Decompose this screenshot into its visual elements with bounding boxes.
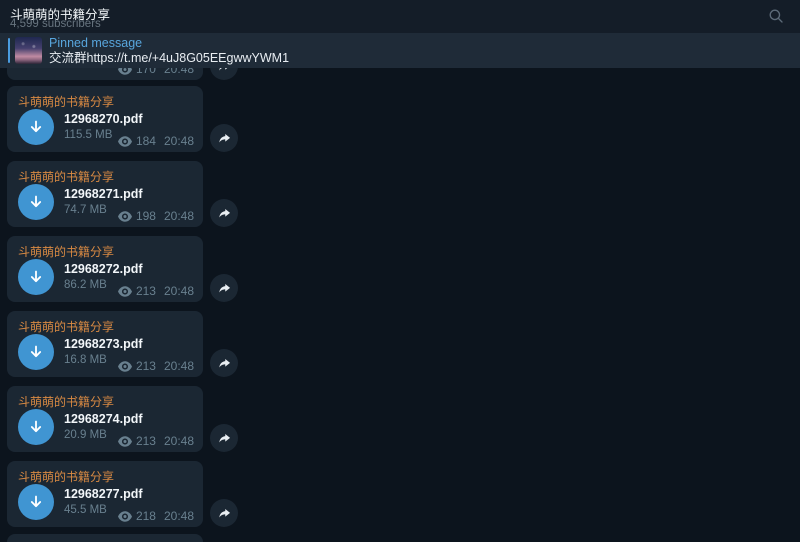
- channel-name[interactable]: 斗萌萌的书籍分享: [18, 93, 114, 110]
- file-name[interactable]: 12968274.pdf: [64, 412, 143, 426]
- download-button[interactable]: [18, 334, 54, 370]
- share-button[interactable]: [210, 124, 238, 152]
- message-bubble[interactable]: 斗萌萌的书籍分享 12968277.pdf 45.5 MB 218 20:48: [7, 461, 203, 527]
- file-name[interactable]: 12968270.pdf: [64, 112, 143, 126]
- views-eye-icon: [118, 436, 132, 447]
- share-button[interactable]: [210, 499, 238, 527]
- message-bubble[interactable]: 斗萌萌的书籍分享 12968274.pdf 20.9 MB 213 20:48: [7, 386, 203, 452]
- views-eye-icon: [118, 361, 132, 372]
- message-bubble[interactable]: 斗萌萌的书籍分享 12968271.pdf 74.7 MB 198 20:48: [7, 161, 203, 227]
- view-count: 218: [136, 509, 156, 523]
- file-size: 16.8 MB: [64, 354, 107, 366]
- download-button[interactable]: [18, 259, 54, 295]
- view-count: 184: [136, 134, 156, 148]
- chat-message-area: 170 20:48 斗萌萌的书籍分享 12968270.pdf 115.5 MB: [0, 68, 800, 542]
- message-time: 20:48: [164, 434, 194, 448]
- views-eye-icon: [118, 68, 132, 75]
- file-name[interactable]: 12968271.pdf: [64, 187, 143, 201]
- channel-name[interactable]: 斗萌萌的书籍分享: [18, 243, 114, 260]
- message-bubble-partial-top[interactable]: 170 20:48: [7, 68, 203, 80]
- pinned-message-bar[interactable]: Pinned message 交流群https://t.me/+4uJ8G05E…: [0, 33, 800, 68]
- pinned-message-text: 交流群https://t.me/+4uJ8G05EEgwwYWM1: [49, 51, 790, 66]
- view-count: 198: [136, 209, 156, 223]
- file-size: 45.5 MB: [64, 504, 107, 516]
- message-bubble[interactable]: 斗萌萌的书籍分享 12968272.pdf 86.2 MB 213 20:48: [7, 236, 203, 302]
- message-meta: 170 20:48: [118, 68, 194, 76]
- message-meta: 213 20:48: [118, 359, 194, 373]
- message-time: 20:48: [164, 509, 194, 523]
- message-bubble[interactable]: 斗萌萌的书籍分享 12968270.pdf 115.5 MB 184 20:48: [7, 86, 203, 152]
- message-meta: 218 20:48: [118, 509, 194, 523]
- channel-name[interactable]: 斗萌萌的书籍分享: [18, 468, 114, 485]
- download-button[interactable]: [18, 409, 54, 445]
- chat-subscriber-count: 4,599 subscribers: [10, 18, 101, 30]
- file-name[interactable]: 12968273.pdf: [64, 337, 143, 351]
- message-time: 20:48: [164, 209, 194, 223]
- file-name[interactable]: 12968277.pdf: [64, 487, 143, 501]
- share-button[interactable]: [210, 424, 238, 452]
- channel-name[interactable]: 斗萌萌的书籍分享: [18, 393, 114, 410]
- message-meta: 198 20:48: [118, 209, 194, 223]
- message-bubble[interactable]: 斗萌萌的书籍分享 12968273.pdf 16.8 MB 213 20:48: [7, 311, 203, 377]
- file-size: 115.5 MB: [64, 129, 112, 141]
- share-button[interactable]: [210, 349, 238, 377]
- message-time: 20:48: [164, 284, 194, 298]
- message-meta: 213 20:48: [118, 434, 194, 448]
- views-eye-icon: [118, 286, 132, 297]
- file-size: 74.7 MB: [64, 204, 107, 216]
- file-size: 86.2 MB: [64, 279, 107, 291]
- views-eye-icon: [118, 511, 132, 522]
- views-eye-icon: [118, 211, 132, 222]
- share-button[interactable]: [210, 199, 238, 227]
- download-button[interactable]: [18, 184, 54, 220]
- file-name[interactable]: 12968272.pdf: [64, 262, 143, 276]
- message-time: 20:48: [164, 68, 194, 76]
- telegram-window: 斗萌萌的书籍分享 4,599 subscribers Pinned messag…: [0, 0, 800, 542]
- view-count: 170: [136, 68, 156, 76]
- file-size: 20.9 MB: [64, 429, 107, 441]
- share-button[interactable]: [210, 274, 238, 302]
- download-button[interactable]: [18, 484, 54, 520]
- chat-header-bar[interactable]: 斗萌萌的书籍分享 4,599 subscribers: [0, 0, 800, 33]
- message-meta: 184 20:48: [118, 134, 194, 148]
- message-meta: 213 20:48: [118, 284, 194, 298]
- channel-name[interactable]: 斗萌萌的书籍分享: [18, 318, 114, 335]
- message-time: 20:48: [164, 134, 194, 148]
- views-eye-icon: [118, 136, 132, 147]
- search-icon[interactable]: [767, 7, 785, 25]
- share-button[interactable]: [210, 68, 238, 80]
- view-count: 213: [136, 434, 156, 448]
- download-button[interactable]: [18, 109, 54, 145]
- view-count: 213: [136, 284, 156, 298]
- message-time: 20:48: [164, 359, 194, 373]
- pinned-thumbnail: [15, 37, 42, 64]
- message-bubble-partial-bottom[interactable]: [7, 534, 203, 542]
- pinned-label: Pinned message: [49, 36, 790, 51]
- view-count: 213: [136, 359, 156, 373]
- channel-name[interactable]: 斗萌萌的书籍分享: [18, 168, 114, 185]
- pinned-accent-line: [8, 38, 10, 63]
